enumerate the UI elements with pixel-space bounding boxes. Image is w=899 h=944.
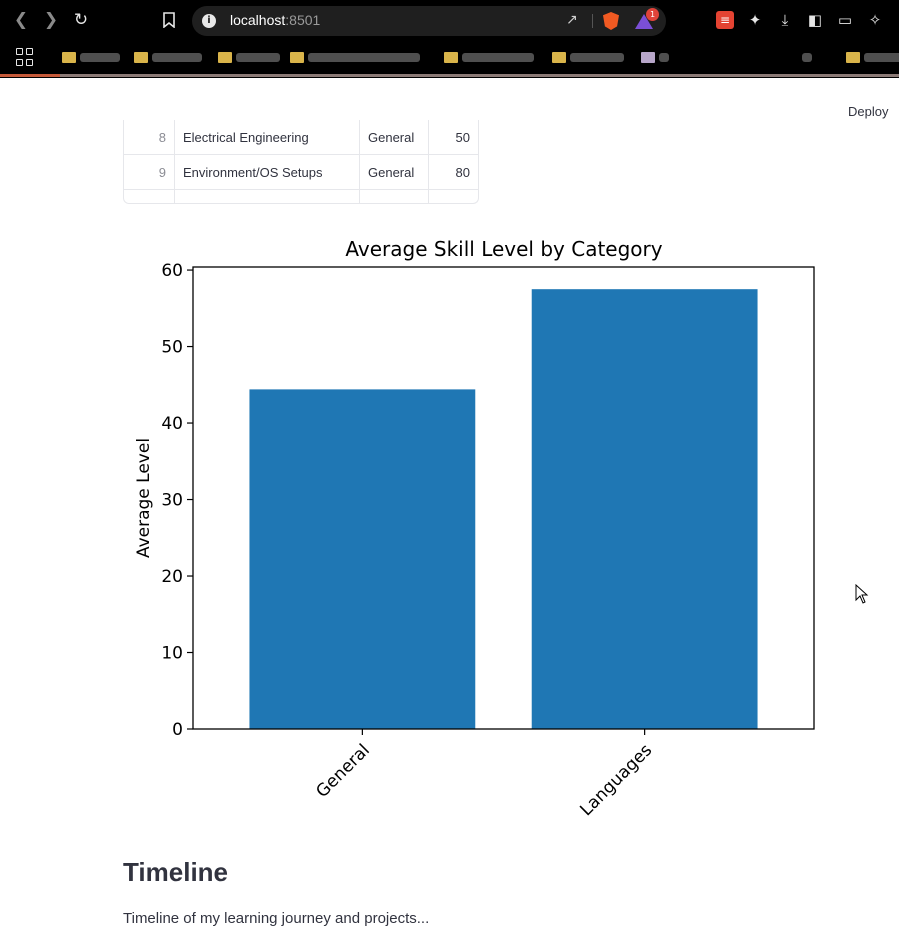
site-info-icon[interactable]: i: [202, 14, 216, 28]
skills-table[interactable]: 8 Electrical Engineering General 50 9 En…: [123, 120, 479, 204]
bookmarks-bar: [0, 42, 899, 72]
browser-toolbar: ❮ ❯ ↻ i localhost:8501 ↗ 1 ≡ ✦ ⤓ ◧ ▭ ✧: [0, 0, 899, 42]
bookmark-item[interactable]: [802, 51, 812, 63]
bookmark-folder[interactable]: [218, 51, 280, 63]
bar-languages: [531, 289, 758, 729]
bookmark-folder[interactable]: [846, 51, 899, 63]
y-axis-label: Average Level: [134, 438, 154, 558]
mouse-cursor-icon: [855, 584, 869, 604]
bookmark-folder[interactable]: [62, 51, 120, 63]
wallet-icon[interactable]: ▭: [836, 11, 854, 29]
folder-icon: [552, 51, 566, 63]
bookmark-folder[interactable]: [290, 51, 420, 63]
todoist-extension-icon[interactable]: ≡: [716, 11, 734, 29]
skill-cell[interactable]: Environment/OS Setups: [175, 155, 360, 190]
row-index: 8: [124, 120, 175, 155]
browser-chrome: ❮ ❯ ↻ i localhost:8501 ↗ 1 ≡ ✦ ⤓ ◧ ▭ ✧: [0, 0, 899, 78]
y-tick-label: 10: [161, 644, 183, 664]
y-tick-label: 30: [161, 491, 183, 511]
y-tick-label: 50: [161, 338, 183, 358]
folder-icon: [846, 51, 860, 63]
timeline-description: Timeline of my learning journey and proj…: [123, 910, 430, 927]
category-cell[interactable]: General: [360, 155, 429, 190]
row-index: 9: [124, 155, 175, 190]
sidebar-icon[interactable]: ◧: [806, 11, 824, 29]
skill-cell[interactable]: [175, 190, 360, 203]
x-tick-label: General: [312, 740, 374, 802]
bookmark-icon[interactable]: [158, 9, 180, 31]
chart-svg: Average Skill Level by Category Average …: [134, 237, 815, 820]
folder-icon: [62, 51, 76, 63]
bookmark-folder[interactable]: [552, 51, 624, 63]
brave-shields-icon[interactable]: [603, 12, 619, 30]
folder-icon: [444, 51, 458, 63]
timeline-heading: Timeline: [123, 857, 229, 887]
table-row[interactable]: 8 Electrical Engineering General 50: [124, 120, 478, 155]
leo-ai-icon[interactable]: ✧: [866, 11, 884, 29]
table-row[interactable]: [124, 190, 478, 203]
share-icon[interactable]: ↗: [566, 12, 578, 30]
y-tick-label: 40: [161, 414, 183, 434]
bookmark-folder[interactable]: [134, 51, 202, 63]
category-cell[interactable]: General: [360, 120, 429, 155]
omnibox-divider: [592, 14, 593, 28]
level-cell[interactable]: 80: [429, 155, 478, 190]
chart-title: Average Skill Level by Category: [345, 237, 662, 261]
y-tick-label: 60: [161, 261, 183, 281]
download-icon[interactable]: ⤓: [776, 11, 794, 29]
deploy-button[interactable]: Deploy: [848, 104, 888, 119]
favicon-icon: [641, 51, 655, 63]
bookmark-folder[interactable]: [444, 51, 534, 63]
table-row[interactable]: 9 Environment/OS Setups General 80: [124, 155, 478, 190]
back-icon[interactable]: ❮: [10, 9, 32, 31]
level-cell[interactable]: [429, 190, 478, 203]
x-tick-label: Languages: [576, 740, 656, 820]
page-load-bar: [0, 74, 899, 77]
category-cell[interactable]: [360, 190, 429, 203]
bar-general: [249, 389, 476, 729]
row-index: [124, 190, 175, 203]
y-tick-label: 20: [161, 567, 183, 587]
skill-cell[interactable]: Electrical Engineering: [175, 120, 360, 155]
forward-icon[interactable]: ❯: [40, 9, 62, 31]
average-skill-chart: Average Skill Level by Category Average …: [120, 230, 840, 830]
folder-icon: [218, 51, 232, 63]
level-cell[interactable]: 50: [429, 120, 478, 155]
extensions-puzzle-icon[interactable]: ✦: [746, 11, 764, 29]
reload-icon[interactable]: ↻: [70, 9, 92, 31]
folder-icon: [134, 51, 148, 63]
notification-badge: 1: [646, 8, 659, 21]
address-bar[interactable]: i localhost:8501 ↗ 1: [192, 6, 666, 36]
bookmark-item[interactable]: [641, 51, 669, 63]
apps-grid-icon[interactable]: [16, 48, 34, 66]
url-text[interactable]: localhost:8501: [230, 12, 320, 28]
folder-icon: [290, 51, 304, 63]
y-tick-label: 0: [172, 720, 183, 740]
